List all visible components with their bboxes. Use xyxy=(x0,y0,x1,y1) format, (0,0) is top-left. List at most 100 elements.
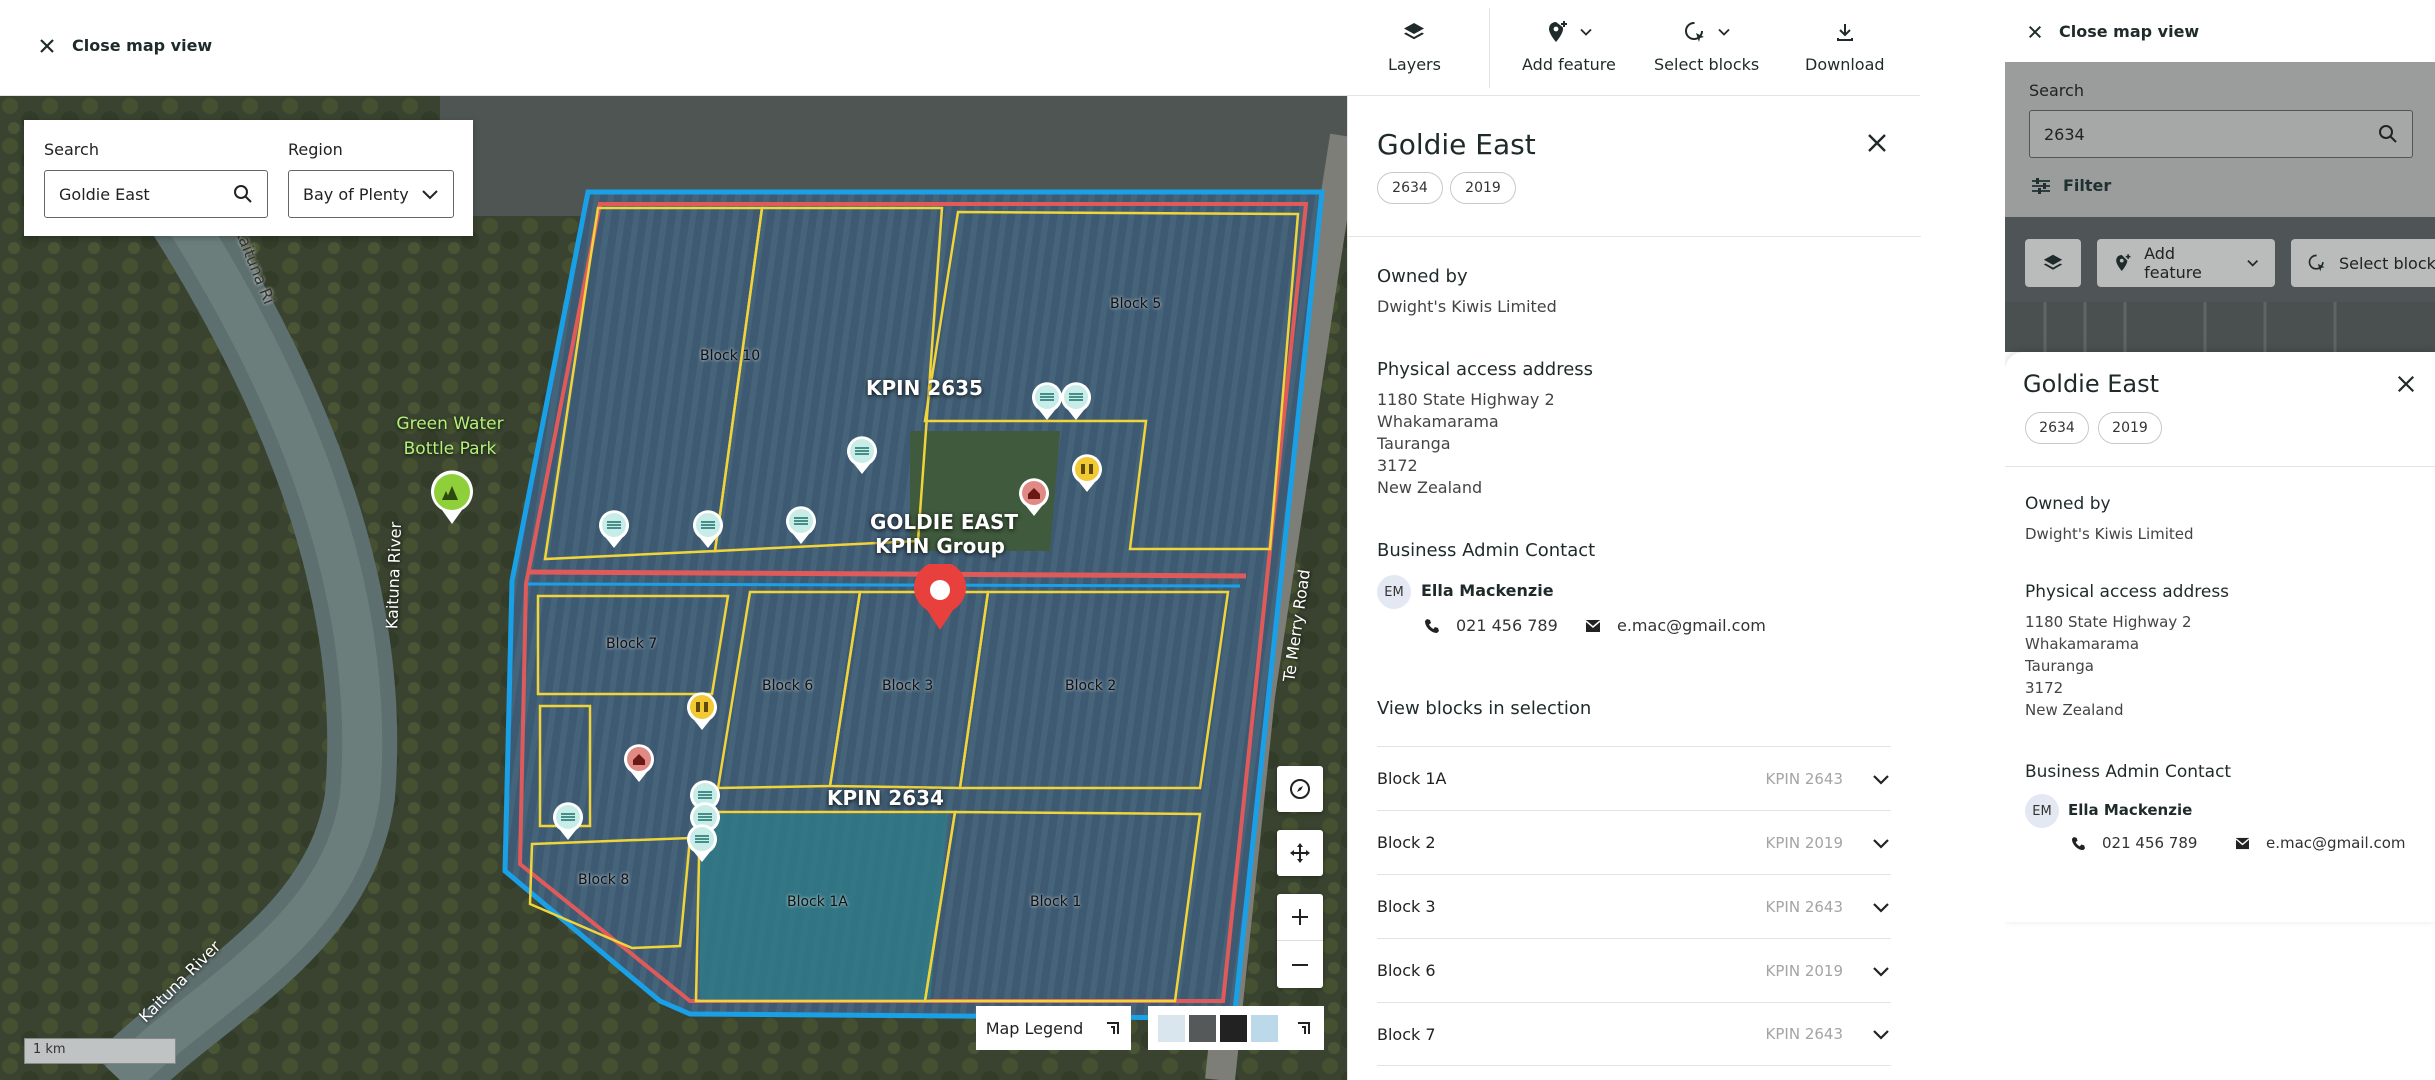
block-marker-icon[interactable] xyxy=(785,506,817,544)
block-row-name: Block 7 xyxy=(1377,1024,1436,1044)
avatar: EM xyxy=(2025,794,2059,828)
close-map-view-label: Close map view xyxy=(72,36,213,55)
selected-location-pin-icon[interactable] xyxy=(912,564,968,630)
block-row[interactable]: Block 3 KPIN 2643 xyxy=(1377,874,1891,938)
block-label-8: Block 8 xyxy=(578,872,630,888)
mail-icon xyxy=(2235,837,2250,849)
address-line: Whakamarama xyxy=(1377,412,1499,431)
chevron-down-icon[interactable] xyxy=(1871,961,1891,981)
satellite-map[interactable]: Block 10 Block 5 Block 7 Block 6 Block 3… xyxy=(0,96,1347,1080)
toilet-marker-icon[interactable] xyxy=(686,692,718,730)
search-icon[interactable] xyxy=(233,184,253,204)
block-label-10: Block 10 xyxy=(700,348,761,364)
select-blocks-button[interactable]: Select blocks xyxy=(1654,18,1759,74)
mobile-contact-name: Ella Mackenzie xyxy=(2068,801,2193,819)
block-row-name: Block 6 xyxy=(1377,961,1436,980)
mobile-map[interactable]: Search 2634 Filter Add feature Select bl… xyxy=(2005,62,2435,352)
mobile-kpin-chip[interactable]: 2634 xyxy=(2025,412,2089,444)
mobile-view: Close map view Search 2634 Filter Add fe… xyxy=(2005,0,2435,1080)
block-label-2: Block 2 xyxy=(1065,678,1117,694)
chevron-down-icon xyxy=(1717,28,1730,36)
toolbar-divider xyxy=(1489,8,1490,88)
block-row[interactable]: Block 1A KPIN 2643 xyxy=(1377,746,1891,810)
basemap-satellite-thumb[interactable] xyxy=(1189,1014,1216,1042)
add-feature-label: Add feature xyxy=(1522,55,1616,74)
block-row[interactable]: Block 7 KPIN 2643 xyxy=(1377,1002,1891,1066)
block-marker-icon[interactable] xyxy=(1031,382,1063,420)
compass-button[interactable] xyxy=(1277,766,1323,812)
orchard-title: GOLDIE EAST xyxy=(870,510,1019,534)
mobile-close-map-view-button[interactable]: Close map view xyxy=(2027,22,2199,41)
block-marker-icon[interactable] xyxy=(598,510,630,548)
close-icon[interactable] xyxy=(1866,132,1888,154)
address-line: 1180 State Highway 2 xyxy=(1377,390,1555,409)
top-toolbar: Close map view Layers Add feature Select… xyxy=(0,0,1920,96)
scale-bar: 1 km xyxy=(24,1038,176,1064)
toilet-marker-icon[interactable] xyxy=(1071,454,1103,492)
kpin-chip[interactable]: 2634 xyxy=(1377,172,1443,204)
park-marker-icon[interactable] xyxy=(430,470,474,524)
mobile-layers-button[interactable] xyxy=(2025,239,2081,287)
mobile-admin-contact-label: Business Admin Contact xyxy=(2025,762,2232,782)
blocks-in-selection-label: View blocks in selection xyxy=(1377,698,1592,719)
close-icon[interactable] xyxy=(2396,374,2416,394)
house-marker-icon[interactable] xyxy=(623,744,655,782)
filter-label: Filter xyxy=(2063,176,2112,195)
kpin-label-2634: KPIN 2634 xyxy=(827,786,944,810)
basemap-light-thumb[interactable] xyxy=(1251,1014,1278,1042)
contact-email-value: e.mac@gmail.com xyxy=(1617,616,1766,635)
pan-button[interactable] xyxy=(1277,830,1323,876)
chevron-down-icon[interactable] xyxy=(1871,1024,1891,1044)
download-icon xyxy=(1836,24,1853,41)
block-row-kpin: KPIN 2643 xyxy=(1765,1025,1843,1043)
basemap-dark-thumb[interactable] xyxy=(1220,1014,1247,1042)
mobile-contact-phone[interactable]: 021 456 789 xyxy=(2071,834,2197,852)
block-marker-icon[interactable] xyxy=(686,824,718,862)
filter-button[interactable]: Filter xyxy=(2031,176,2111,195)
block-row[interactable]: Block 6 KPIN 2019 xyxy=(1377,938,1891,1002)
layers-button[interactable]: Layers xyxy=(1388,18,1441,74)
chevron-down-icon[interactable] xyxy=(1871,769,1891,789)
compass-icon xyxy=(1290,779,1310,799)
block-marker-icon[interactable] xyxy=(552,802,584,840)
admin-contact-label: Business Admin Contact xyxy=(1377,540,1596,561)
mobile-add-feature-button[interactable]: Add feature xyxy=(2097,239,2275,287)
close-map-view-button[interactable]: Close map view xyxy=(38,36,212,55)
block-marker-icon[interactable] xyxy=(1060,382,1092,420)
zoom-in-button[interactable] xyxy=(1277,894,1323,941)
park-label: Green Water Bottle Park xyxy=(396,414,504,459)
mobile-contact-email[interactable]: e.mac@gmail.com xyxy=(2235,834,2406,852)
search-icon[interactable] xyxy=(2378,124,2398,144)
zoom-out-button[interactable] xyxy=(1277,941,1323,988)
contact-email[interactable]: e.mac@gmail.com xyxy=(1585,616,1766,635)
region-select[interactable]: Bay of Plenty xyxy=(288,170,454,218)
mobile-search-input[interactable]: 2634 xyxy=(2029,110,2413,158)
filter-icon xyxy=(2032,177,2050,194)
mobile-owner-value: Dwight's Kiwis Limited xyxy=(2025,525,2194,543)
house-marker-icon[interactable] xyxy=(1018,478,1050,516)
chevron-down-icon[interactable] xyxy=(1871,897,1891,917)
mobile-select-blocks-button[interactable]: Select blocks xyxy=(2291,239,2435,287)
download-button[interactable]: Download xyxy=(1805,18,1885,74)
lasso-select-icon xyxy=(1684,22,1704,42)
basemap-street-thumb[interactable] xyxy=(1158,1014,1185,1042)
block-marker-icon[interactable] xyxy=(846,436,878,474)
mobile-select-blocks-label: Select blocks xyxy=(2339,253,2435,273)
chevron-down-icon xyxy=(422,190,438,200)
mobile-address-label: Physical access address xyxy=(2025,582,2230,602)
block-row-name: Block 3 xyxy=(1377,897,1436,916)
layers-icon xyxy=(1404,23,1425,40)
expand-corner-icon[interactable] xyxy=(1296,1020,1312,1036)
add-feature-button[interactable]: Add feature xyxy=(1522,18,1616,74)
block-row[interactable]: Block 2 KPIN 2019 xyxy=(1377,810,1891,874)
contact-phone-value: 021 456 789 xyxy=(1456,616,1558,635)
search-input[interactable]: Goldie East xyxy=(44,170,268,218)
block-marker-icon[interactable] xyxy=(692,510,724,548)
mobile-year-chip[interactable]: 2019 xyxy=(2098,412,2162,444)
chevron-down-icon[interactable] xyxy=(1871,833,1891,853)
year-chip[interactable]: 2019 xyxy=(1450,172,1516,204)
mobile-address-line: 1180 State Highway 2 xyxy=(2025,613,2192,631)
basemap-switcher xyxy=(1148,1006,1324,1050)
map-legend-button[interactable]: Map Legend xyxy=(976,1006,1131,1050)
contact-phone[interactable]: 021 456 789 xyxy=(1424,616,1558,635)
